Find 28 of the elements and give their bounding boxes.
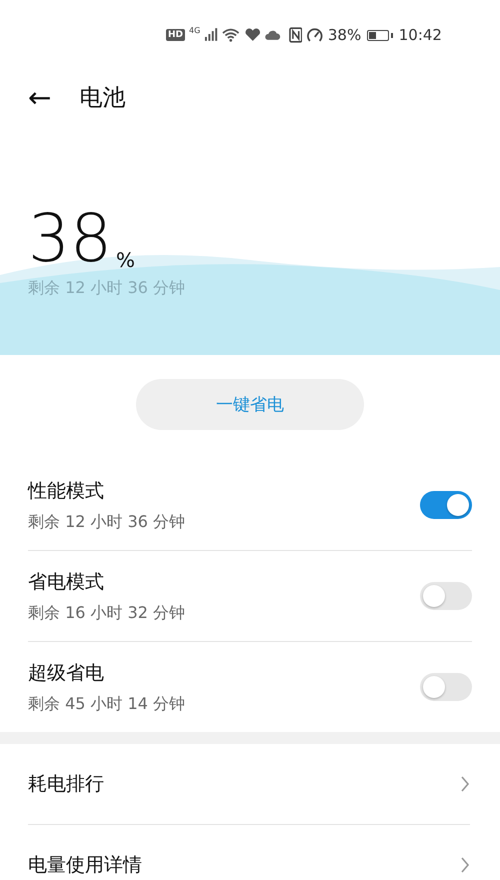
signal-icon [204,28,218,42]
mode-title: 省电模式 [28,570,105,594]
toggle-switch[interactable] [420,491,472,519]
menu-item[interactable]: 电量使用详情 [28,825,470,880]
toggle-switch[interactable] [420,673,472,701]
network-type: 4G [189,26,200,35]
remaining-time: 剩余 12 小时 36 分钟 [28,278,186,299]
battery-percentage: 38% [328,26,362,44]
battery-percent: 38 [28,206,112,272]
cloud-icon [265,29,281,41]
menu-item[interactable]: 耗电排行 [28,744,470,825]
toggle-switch[interactable] [420,582,472,610]
chevron-icon [460,775,470,793]
chevron-icon [460,856,470,874]
heart-icon [244,28,262,42]
mode-subtitle: 剩余 12 小时 36 分钟 [28,512,186,532]
nfc-icon [288,27,302,43]
mode-title: 性能模式 [28,478,105,504]
speedometer-icon [306,27,324,43]
clock: 10:42 [398,26,442,44]
page-title: 电池 [79,84,126,113]
mode-subtitle: 剩余 16 小时 32 分钟 [28,602,186,624]
wifi-icon [222,28,240,42]
back-button[interactable]: ← [28,81,52,114]
percent-unit: % [116,248,135,272]
mode-subtitle: 剩余 45 小时 14 分钟 [28,694,186,714]
mode-title: 超级省电 [28,660,105,686]
hd-badge: HD [166,29,186,41]
